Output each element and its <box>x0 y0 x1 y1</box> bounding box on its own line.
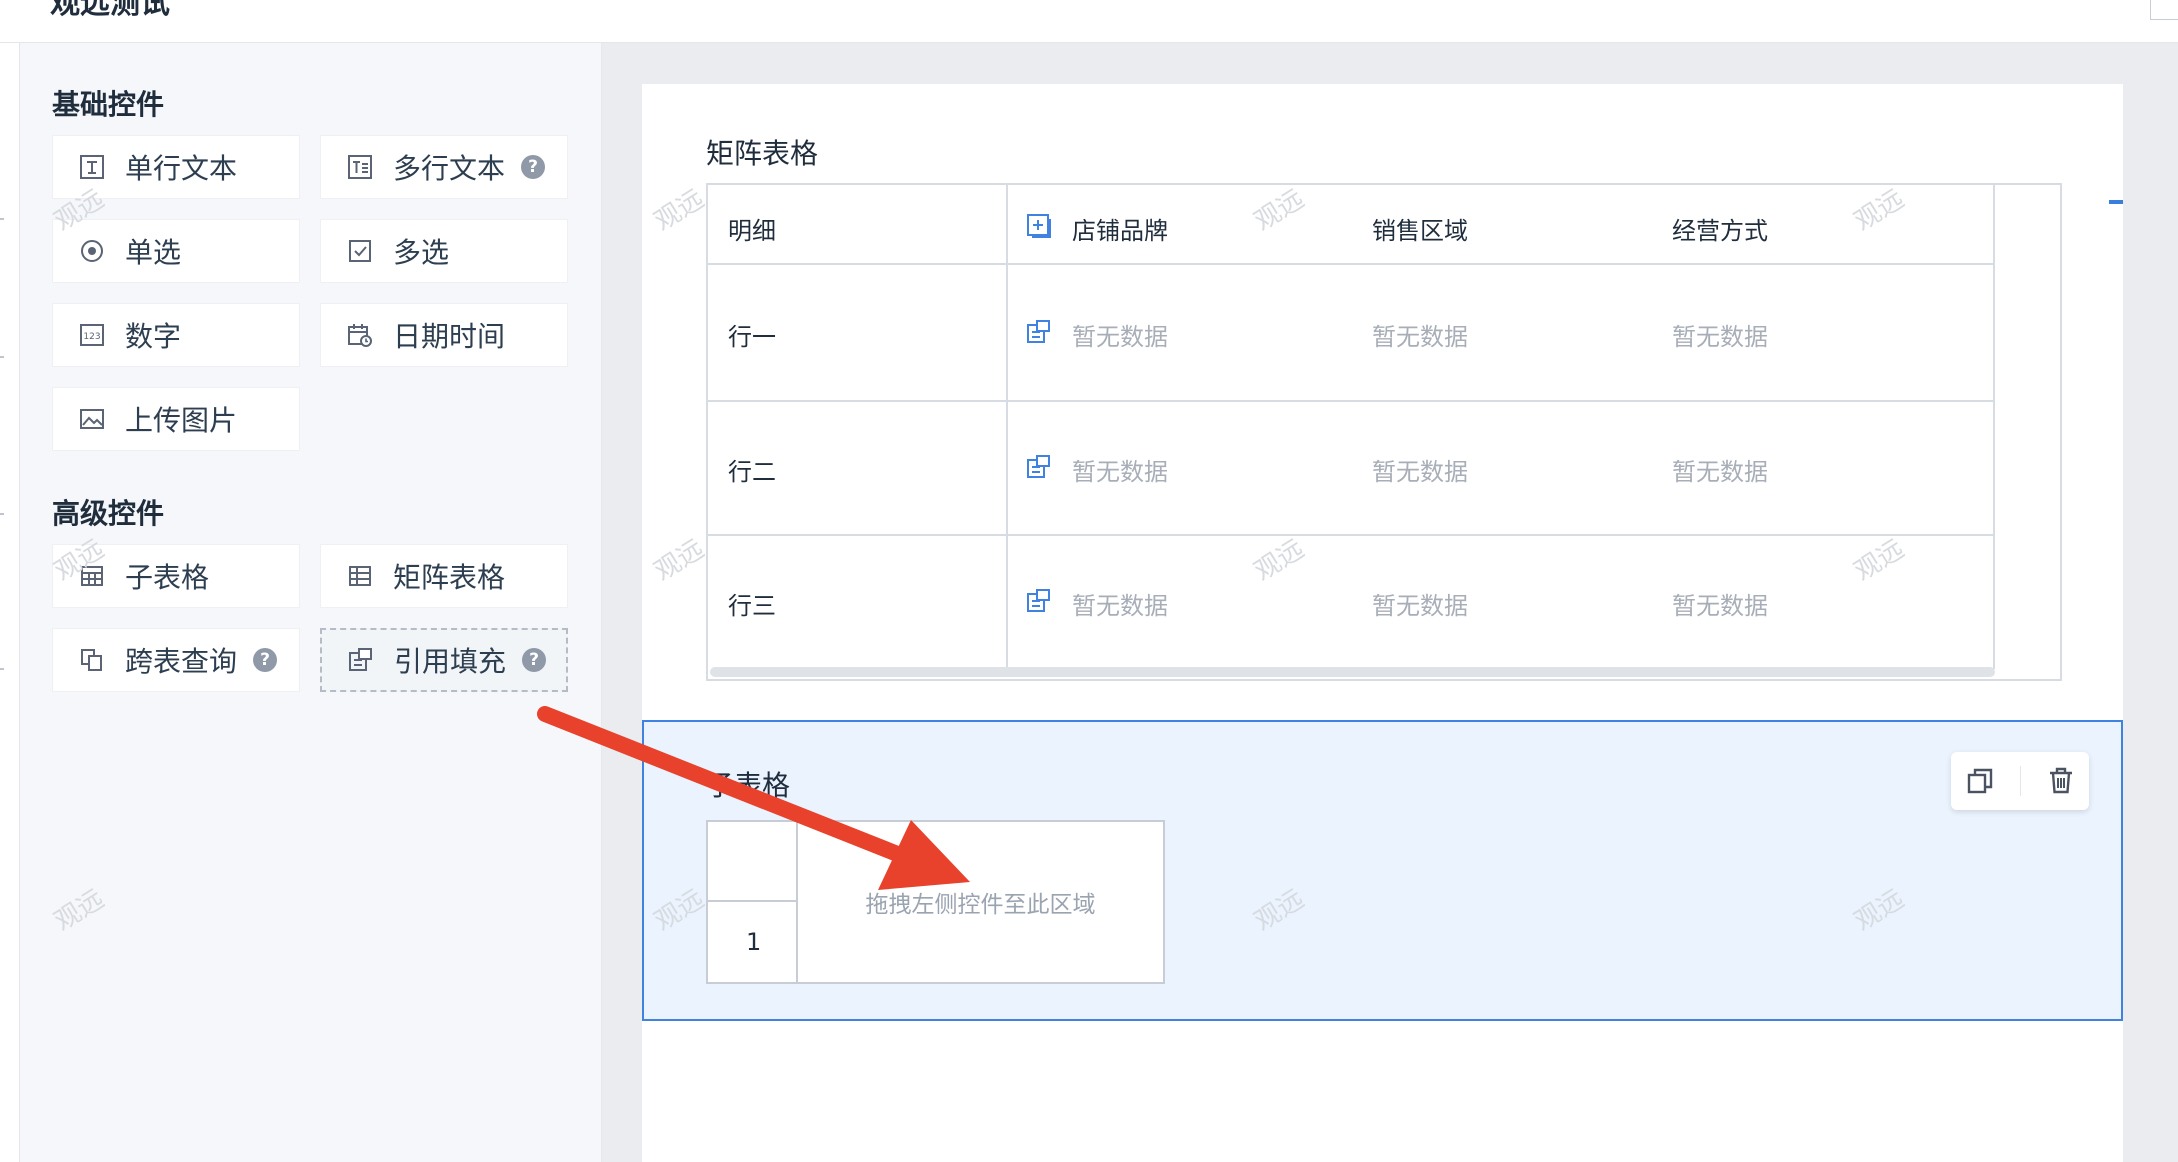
block-toolbar <box>1951 752 2089 810</box>
matrix-table-title: 矩阵表格 <box>706 137 819 170</box>
matrix-row-label: 行二 <box>728 458 776 486</box>
subtable-grid: 1 拖拽左侧控件至此区域 <box>706 820 1165 984</box>
matrix-cell-empty[interactable]: 暂无数据 <box>1372 586 1468 621</box>
matrix-row-divider <box>708 400 1993 402</box>
scroll-indicator <box>2109 200 2123 204</box>
matrix-column-header: 经营方式 <box>1672 217 1768 245</box>
matrix-column-divider <box>1993 185 1995 669</box>
subtable-row-number: 1 <box>746 928 762 956</box>
matrix-column-header: 销售区域 <box>1372 217 1468 245</box>
matrix-header-detail: 明细 <box>728 217 776 245</box>
svg-text:123: 123 <box>83 332 100 342</box>
matrix-cell-empty[interactable]: 暂无数据 <box>1072 317 1168 352</box>
matrix-cell-empty[interactable]: 暂无数据 <box>1672 452 1768 487</box>
control-label: 日期时间 <box>393 320 506 353</box>
text-line-icon <box>79 154 105 180</box>
control-label: 数字 <box>125 320 182 353</box>
control-number[interactable]: 123 数字 <box>52 303 300 367</box>
help-icon[interactable]: ? <box>521 155 546 179</box>
control-cross-query[interactable]: 跨表查询 ? <box>52 628 300 692</box>
control-label: 子表格 <box>125 561 210 594</box>
control-single-choice[interactable]: 单选 <box>52 219 300 283</box>
matrix-cell-empty[interactable]: 暂无数据 <box>1372 317 1468 352</box>
matrix-row-label: 行三 <box>728 592 776 620</box>
form-canvas: 矩阵表格 明细 店铺品牌 销售区域 经营方式 行一 暂无数据 暂无数据 暂无数据… <box>642 84 2123 1162</box>
control-label: 多选 <box>393 236 450 269</box>
window-corner-control[interactable] <box>2150 0 2178 20</box>
edge-mark <box>0 668 4 670</box>
control-subtable[interactable]: 子表格 <box>52 544 300 608</box>
matrix-cell-empty[interactable]: 暂无数据 <box>1672 317 1768 352</box>
control-multi-choice[interactable]: 多选 <box>320 219 568 283</box>
edge-mark <box>0 513 4 515</box>
control-label: 引用填充 <box>394 645 507 678</box>
matrix-table-icon <box>347 563 373 589</box>
reference-fill-icon <box>1027 455 1050 478</box>
control-upload-image[interactable]: 上传图片 <box>52 387 300 451</box>
control-reference-fill[interactable]: 引用填充 ? <box>320 628 568 692</box>
copy-icon[interactable] <box>1963 764 1997 798</box>
matrix-column-header: 店铺品牌 <box>1072 217 1168 245</box>
horizontal-scrollbar[interactable] <box>710 667 1995 677</box>
reference-fill-icon <box>1027 589 1050 612</box>
calendar-icon <box>347 322 373 348</box>
reference-fill-icon <box>348 647 374 673</box>
matrix-column-divider <box>1006 185 1008 669</box>
subtable-block-selected[interactable]: 子表格 1 拖拽左侧控件至此区域 <box>642 720 2123 1021</box>
toolbar-divider <box>2019 766 2021 796</box>
matrix-row-divider <box>708 263 1993 265</box>
help-icon[interactable]: ? <box>253 648 278 672</box>
matrix-cell-empty[interactable]: 暂无数据 <box>1372 452 1468 487</box>
number-icon: 123 <box>79 322 105 348</box>
control-label: 单选 <box>125 236 182 269</box>
radio-icon <box>79 238 105 264</box>
page-title: 观远测试 <box>50 0 170 21</box>
delete-icon[interactable] <box>2044 764 2078 798</box>
subtable-header-divider <box>708 900 798 902</box>
subtable-icon <box>79 563 105 589</box>
control-label: 上传图片 <box>125 404 238 437</box>
help-icon[interactable]: ? <box>522 648 547 672</box>
control-date-time[interactable]: 日期时间 <box>320 303 568 367</box>
basic-controls-title: 基础控件 <box>52 88 165 121</box>
control-label: 矩阵表格 <box>393 561 506 594</box>
control-multi-line-text[interactable]: 多行文本 ? <box>320 135 568 199</box>
add-column-icon[interactable] <box>1026 213 1052 239</box>
edge-mark <box>0 356 4 358</box>
subtable-title: 子表格 <box>706 769 791 802</box>
advanced-controls-title: 高级控件 <box>52 497 165 530</box>
cross-query-icon <box>79 647 105 673</box>
subtable-index-column <box>708 822 798 982</box>
control-panel: 基础控件 单行文本 多行文本 ? 单选 多选 123 数字 日期时间 上传图片 … <box>20 43 602 1162</box>
control-single-line-text[interactable]: 单行文本 <box>52 135 300 199</box>
drop-zone[interactable]: 拖拽左侧控件至此区域 <box>798 822 1163 982</box>
matrix-cell-empty[interactable]: 暂无数据 <box>1672 586 1768 621</box>
top-bar: 观远测试 <box>0 0 2178 43</box>
control-label: 单行文本 <box>125 152 238 185</box>
reference-fill-icon <box>1027 320 1050 343</box>
left-edge-strip <box>0 43 20 1162</box>
matrix-table[interactable]: 明细 店铺品牌 销售区域 经营方式 行一 暂无数据 暂无数据 暂无数据 行二 暂… <box>706 183 2062 681</box>
matrix-cell-empty[interactable]: 暂无数据 <box>1072 452 1168 487</box>
control-matrix-table[interactable]: 矩阵表格 <box>320 544 568 608</box>
text-multiline-icon <box>347 154 373 180</box>
image-icon <box>79 406 105 432</box>
matrix-cell-empty[interactable]: 暂无数据 <box>1072 586 1168 621</box>
checkbox-icon <box>347 238 373 264</box>
control-label: 跨表查询 <box>125 645 238 678</box>
matrix-row-divider <box>708 534 1993 536</box>
edge-mark <box>0 218 4 220</box>
control-label: 多行文本 <box>393 152 506 185</box>
matrix-row-label: 行一 <box>728 323 776 351</box>
